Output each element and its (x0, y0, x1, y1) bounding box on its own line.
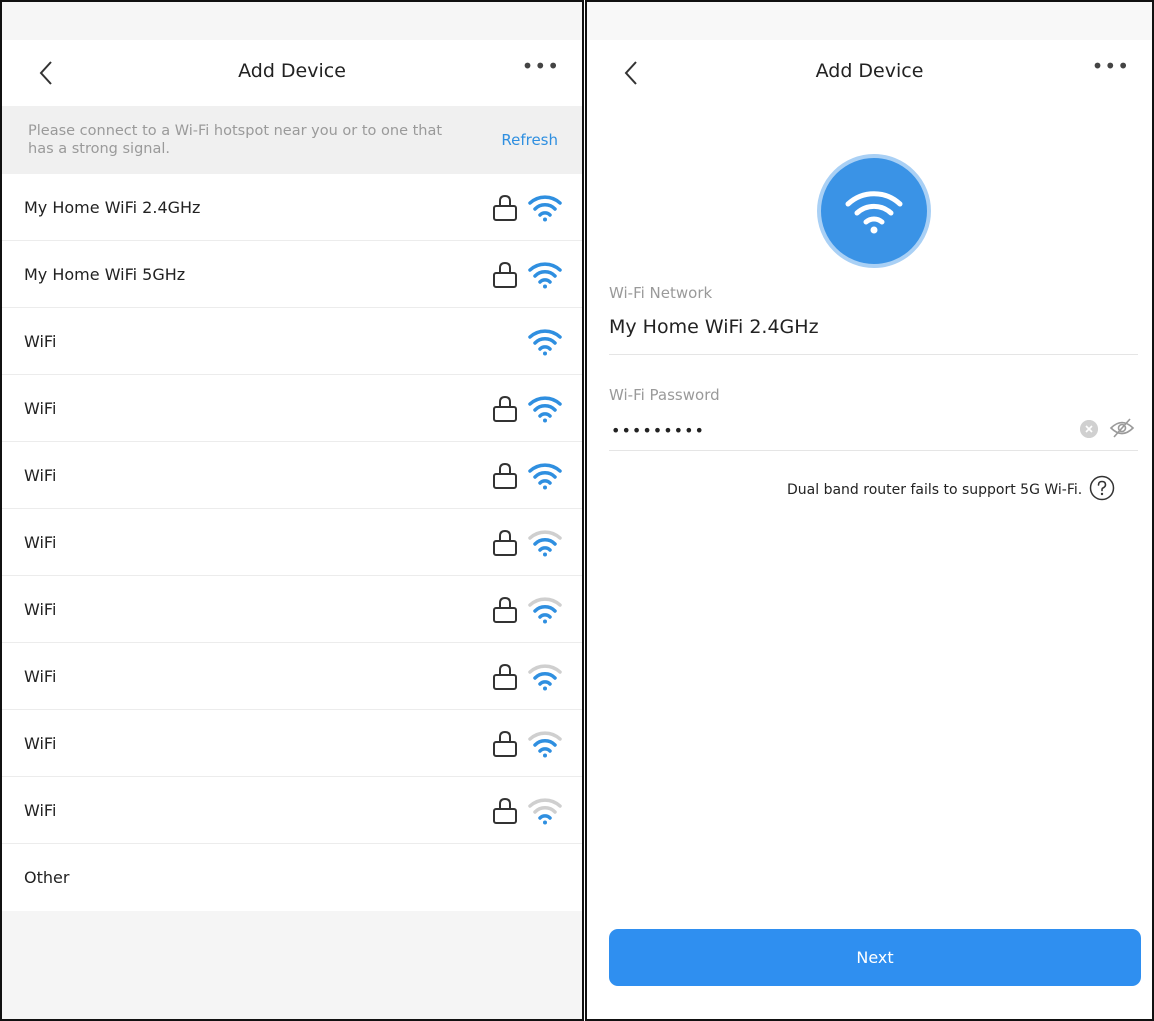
divider (609, 450, 1138, 451)
wifi-network-item[interactable]: WiFi (2, 375, 582, 442)
page-title: Add Device (815, 60, 924, 82)
wifi-network-list: My Home WiFi 2.4GHz My Home WiFi 5GHz WiFi… (2, 174, 582, 911)
wifi-signal-icon (528, 329, 562, 356)
wifi-network-item[interactable]: WiFi (2, 643, 582, 710)
wifi-network-item[interactable]: WiFi (2, 777, 582, 844)
wifi-network-name: WiFi (24, 734, 57, 753)
wifi-signal-icon (528, 396, 562, 423)
wifi-network-name: WiFi (24, 667, 57, 686)
nav-bar: Add Device ••• (2, 40, 582, 106)
wifi-password-field[interactable] (609, 418, 1013, 442)
wifi-network-name: WiFi (24, 801, 57, 820)
wifi-signal-icon (528, 195, 562, 222)
wifi-password-screen: Add Device ••• Wi-Fi Network My Home WiF… (585, 0, 1154, 1021)
wifi-network-item[interactable]: My Home WiFi 5GHz (2, 241, 582, 308)
status-bar (2, 2, 582, 40)
notice-text: Please connect to a Wi-Fi hotspot near y… (28, 123, 443, 157)
lock-icon (493, 797, 517, 824)
lock-icon (493, 462, 517, 489)
lock-icon (493, 596, 517, 623)
wifi-signal-icon (528, 597, 562, 624)
other-network-label: Other (24, 868, 70, 887)
more-options-icon[interactable]: ••• (1092, 54, 1130, 78)
wifi-network-name: WiFi (24, 332, 57, 351)
hide-password-icon[interactable] (1109, 416, 1135, 440)
wifi-network-item[interactable]: WiFi (2, 576, 582, 643)
wifi-signal-icon (528, 262, 562, 289)
other-network-item[interactable]: Other (2, 844, 582, 911)
wifi-icon (845, 191, 903, 234)
page-title: Add Device (238, 60, 346, 82)
wifi-network-value[interactable]: My Home WiFi 2.4GHz (609, 316, 819, 338)
wifi-network-name: WiFi (24, 399, 57, 418)
wifi-network-name: WiFi (24, 466, 57, 485)
wifi-password-label: Wi-Fi Password (609, 386, 720, 404)
wifi-network-name: My Home WiFi 5GHz (24, 265, 186, 284)
refresh-button[interactable]: Refresh (501, 131, 558, 149)
help-icon[interactable] (1089, 475, 1115, 501)
connection-notice: Please connect to a Wi-Fi hotspot near y… (2, 106, 582, 174)
wifi-network-item[interactable]: My Home WiFi 2.4GHz (2, 174, 582, 241)
wifi-signal-icon (528, 463, 562, 490)
wifi-network-item[interactable]: WiFi (2, 710, 582, 777)
wifi-network-label: Wi-Fi Network (609, 284, 713, 302)
divider (609, 354, 1138, 355)
lock-icon (493, 194, 517, 221)
lock-icon (493, 730, 517, 757)
status-bar (587, 2, 1152, 40)
wifi-signal-icon (528, 530, 562, 557)
wifi-signal-icon (528, 664, 562, 691)
nav-bar: Add Device ••• (587, 40, 1152, 106)
wifi-network-item[interactable]: WiFi (2, 509, 582, 576)
wifi-signal-icon (528, 731, 562, 758)
wifi-network-name: WiFi (24, 600, 57, 619)
next-button[interactable]: Next (609, 929, 1141, 986)
lock-icon (493, 261, 517, 288)
wifi-list-screen: Add Device ••• Please connect to a Wi-Fi… (0, 0, 584, 1021)
wifi-network-item[interactable]: WiFi (2, 308, 582, 375)
more-options-icon[interactable]: ••• (522, 54, 560, 78)
clear-icon[interactable] (1080, 420, 1098, 438)
lock-icon (493, 663, 517, 690)
wifi-network-name: My Home WiFi 2.4GHz (24, 198, 201, 217)
dual-band-hint: Dual band router fails to support 5G Wi-… (787, 482, 1083, 498)
wifi-signal-icon (528, 798, 562, 825)
wifi-hero-icon (817, 154, 931, 268)
wifi-network-name: WiFi (24, 533, 57, 552)
lock-icon (493, 529, 517, 556)
lock-icon (493, 395, 517, 422)
wifi-network-item[interactable]: WiFi (2, 442, 582, 509)
